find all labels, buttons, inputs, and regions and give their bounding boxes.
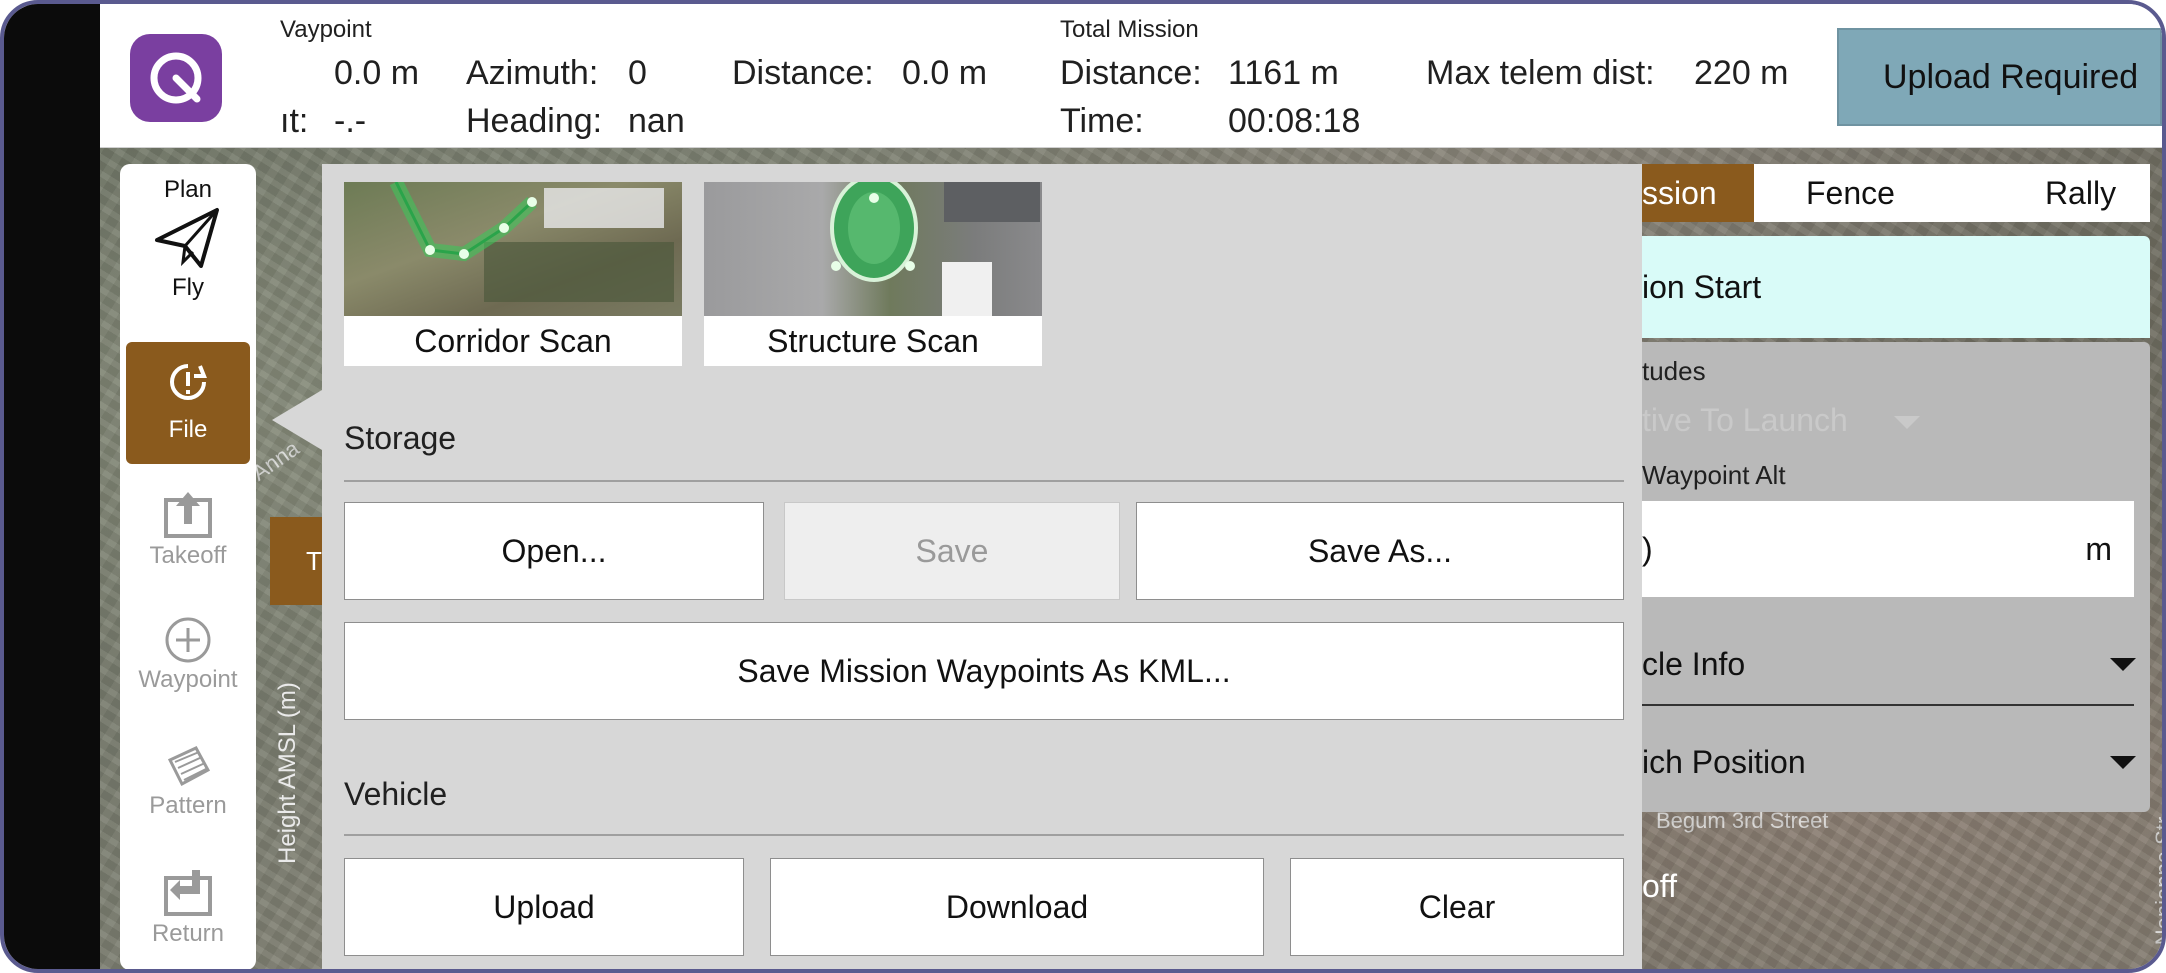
waypoint-alt-label: Waypoint Alt [1642,460,1786,490]
tab-rally[interactable]: Rally [2045,164,2116,222]
save-button[interactable]: Save [784,502,1120,600]
waypoint-alt-field[interactable]: ) m [1642,501,2134,597]
return-label: Return [151,920,225,947]
plan-type-tabs: ssion Fence Rally [1642,164,2150,222]
qgc-app-icon[interactable] [130,34,222,122]
upload-required-button[interactable]: Upload Required [1837,28,2162,126]
height-axis-label: Height AMSL (m) [274,682,301,864]
open-button[interactable]: Open... [344,502,764,600]
total-time-label: Time: [1060,102,1144,140]
structure-scan-thumbnail [704,182,1042,316]
tab-fence-label: Fence [1806,174,1895,211]
pattern-grid-icon [167,746,211,787]
chevron-down-icon[interactable] [2110,756,2136,769]
vehicle-info-section[interactable]: cle Info [1642,646,1745,683]
upload-button[interactable]: Upload [344,858,744,956]
download-button[interactable]: Download [770,858,1264,956]
file-button[interactable]: File [126,342,250,464]
waypoint-button[interactable]: Waypoint [126,614,250,694]
paper-plane-icon [155,208,219,268]
tab-fence[interactable]: Fence [1806,164,1895,222]
tab-mission[interactable]: ssion [1642,164,1754,222]
total-mission-header: Total Mission [1060,16,1199,43]
vehicle-divider [344,834,1624,836]
device-bezel [4,4,100,969]
clear-button[interactable]: Clear [1290,858,1624,956]
launch-position-label: ich Position [1642,744,1806,780]
fly-label: Fly [172,274,204,301]
return-button[interactable]: Return [126,864,250,948]
vehicle-info-label: cle Info [1642,646,1746,682]
waypoint-alt-unit: m [2085,530,2112,567]
waypoint-header: Vaypoint [280,16,372,43]
launch-position-section[interactable]: ich Position [1642,744,1806,781]
structure-scan-label: Structure Scan [767,322,979,359]
plan-label: Plan [163,176,213,203]
corridor-scan-label: Corridor Scan [414,322,612,359]
takeoff-button[interactable]: Takeoff [126,486,250,570]
azimuth-label: Azimuth: [466,54,599,92]
tab-mission-label: ssion [1642,174,1717,211]
add-circle-icon [165,617,211,663]
file-label: File [168,416,208,443]
file-popup-panel: Corridor Scan Structure Scan Storage Ope… [322,164,1642,969]
save-as-button[interactable]: Save As... [1136,502,1624,600]
top-status-bar: Vaypoint 0.0 m ıt: -.- Azimuth: 0 Headin… [100,4,2162,148]
plan-toolbar: Plan Fly File Takeoff Waypoint Pattern R… [120,164,256,969]
return-arrow-icon [164,870,212,916]
waypoint-grad-value: -.- [334,102,367,140]
file-sync-icon [170,364,207,400]
plan-fly-button[interactable]: Plan Fly [126,176,250,302]
heading-label: Heading: [466,102,603,140]
waypoint-grad-label: ıt: [280,102,309,140]
chevron-down-icon [1894,416,1920,429]
azimuth-value: 0 [628,54,647,92]
waypoint-label: Waypoint [138,666,238,693]
max-telem-label: Max telem dist: [1426,54,1655,92]
takeoff-chip[interactable]: T [270,517,326,605]
distance-value: 0.0 m [902,54,988,92]
tab-rally-label: Rally [2044,174,2117,211]
pattern-button[interactable]: Pattern [126,740,250,820]
corridor-scan-pattern[interactable]: Corridor Scan [344,182,682,366]
alt-mode-value: tive To Launch [1642,402,1848,438]
save-kml-button[interactable]: Save Mission Waypoints As KML... [344,622,1624,720]
distance-label: Distance: [732,54,874,92]
waypoint-alt-value: 0.0 m [334,54,420,92]
heading-value: nan [628,102,685,140]
takeoff-label: Takeoff [149,542,227,569]
takeoff-row[interactable]: off [1642,868,1677,905]
app-window: Vaypoint 0.0 m ıt: -.- Azimuth: 0 Headin… [0,0,2166,973]
corridor-scan-thumbnail [344,182,682,316]
mission-start-header[interactable]: ion Start [1642,236,2150,338]
waypoint-alt-input-value: ) [1642,530,1653,567]
structure-scan-pattern[interactable]: Structure Scan [704,182,1042,366]
max-telem-value: 220 m [1694,54,1789,92]
mission-start-label: ion Start [1642,268,1762,305]
pattern-label: Pattern [149,792,227,819]
total-time-value: 00:08:18 [1228,102,1361,140]
road-label: Nanjappa Str [2151,816,2166,946]
section-divider [1642,704,2134,706]
chevron-down-icon[interactable] [2110,658,2136,671]
total-distance-label: Distance: [1060,54,1202,92]
takeoff-arrow-icon [164,492,212,538]
total-distance-value: 1161 m [1228,54,1339,92]
alt-mode-dropdown[interactable]: tive To Launch [1642,402,1848,439]
storage-divider [344,480,1624,482]
vehicle-section-title: Vehicle [344,776,448,812]
altitudes-label: tudes [1642,356,1706,386]
popup-pointer [272,390,322,450]
takeoff-chip-label: T [306,545,322,576]
storage-section-title: Storage [344,420,457,456]
